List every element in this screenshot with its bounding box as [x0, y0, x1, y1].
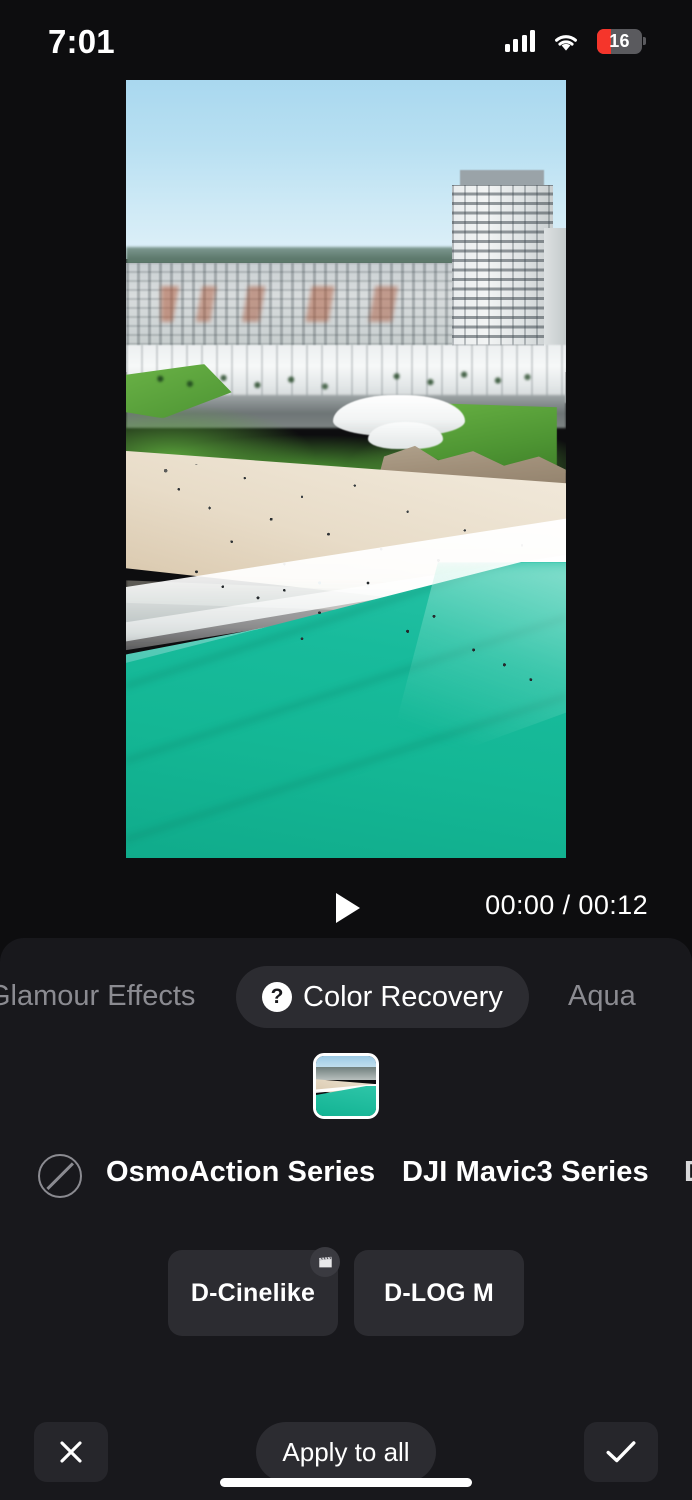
- series-item-next[interactable]: D: [684, 1156, 692, 1189]
- check-icon: [606, 1441, 636, 1463]
- apply-to-all-button[interactable]: Apply to all: [256, 1422, 436, 1482]
- clip-thumbnail-1[interactable]: [313, 1053, 379, 1119]
- no-effect-icon[interactable]: [38, 1154, 82, 1198]
- cancel-button[interactable]: [34, 1422, 108, 1482]
- battery-icon: 16: [597, 28, 646, 54]
- app-root: 7:01 16 00:00 / 00:12 Glamour Effects ? …: [0, 0, 692, 1500]
- series-item-mavic3[interactable]: DJI Mavic3 Series: [402, 1156, 649, 1189]
- tab-glamour-effects-label: Glamour Effects: [0, 980, 196, 1012]
- confirm-button[interactable]: [584, 1422, 658, 1482]
- series-item-osmoaction[interactable]: OsmoAction Series: [106, 1156, 375, 1189]
- profile-button-d-cinelike[interactable]: D-Cinelike: [168, 1247, 340, 1336]
- battery-percent-label: 16: [609, 30, 630, 51]
- play-icon: [336, 893, 360, 923]
- home-indicator: [220, 1478, 472, 1487]
- editor-panel: Glamour Effects ? Color Recovery Aqua Os…: [0, 938, 692, 1500]
- status-bar-clock: 7:01: [48, 22, 115, 60]
- camera-series-row: OsmoAction Series DJI Mavic3 Series D: [0, 1136, 692, 1206]
- tab-color-recovery-label: Color Recovery: [303, 980, 503, 1013]
- effect-category-tabs: Glamour Effects ? Color Recovery Aqua: [0, 966, 692, 1028]
- tab-aqua[interactable]: Aqua: [568, 980, 636, 1013]
- clip-thumbnail-strip: [0, 1046, 692, 1126]
- profile-button-d-log-m[interactable]: D-LOG M: [354, 1250, 524, 1336]
- playback-bar: 00:00 / 00:12: [0, 880, 692, 936]
- wifi-icon: [552, 31, 580, 52]
- profile-button-d-log-m-label: D-LOG M: [384, 1278, 494, 1307]
- cellular-signal-icon: [504, 30, 535, 52]
- play-button[interactable]: [328, 888, 368, 928]
- status-bar-indicators: 16: [504, 25, 646, 54]
- tab-glamour-effects[interactable]: Glamour Effects: [0, 980, 195, 1013]
- playback-time-label: 00:00 / 00:12: [485, 890, 648, 920]
- profile-button-d-cinelike-label: D-Cinelike: [190, 1278, 316, 1307]
- color-profile-row: D-Cinelike D-LOG M: [0, 1228, 692, 1336]
- status-bar: 7:01 16: [0, 0, 692, 78]
- video-preview[interactable]: [126, 80, 566, 858]
- video-frame-image: [126, 80, 566, 858]
- tab-aqua-label: Aqua: [568, 980, 636, 1012]
- clapperboard-icon: [310, 1247, 340, 1277]
- apply-to-all-label: Apply to all: [282, 1436, 410, 1467]
- help-circle-icon[interactable]: ?: [262, 982, 292, 1012]
- close-icon: [60, 1441, 82, 1463]
- tab-color-recovery[interactable]: ? Color Recovery: [236, 966, 529, 1028]
